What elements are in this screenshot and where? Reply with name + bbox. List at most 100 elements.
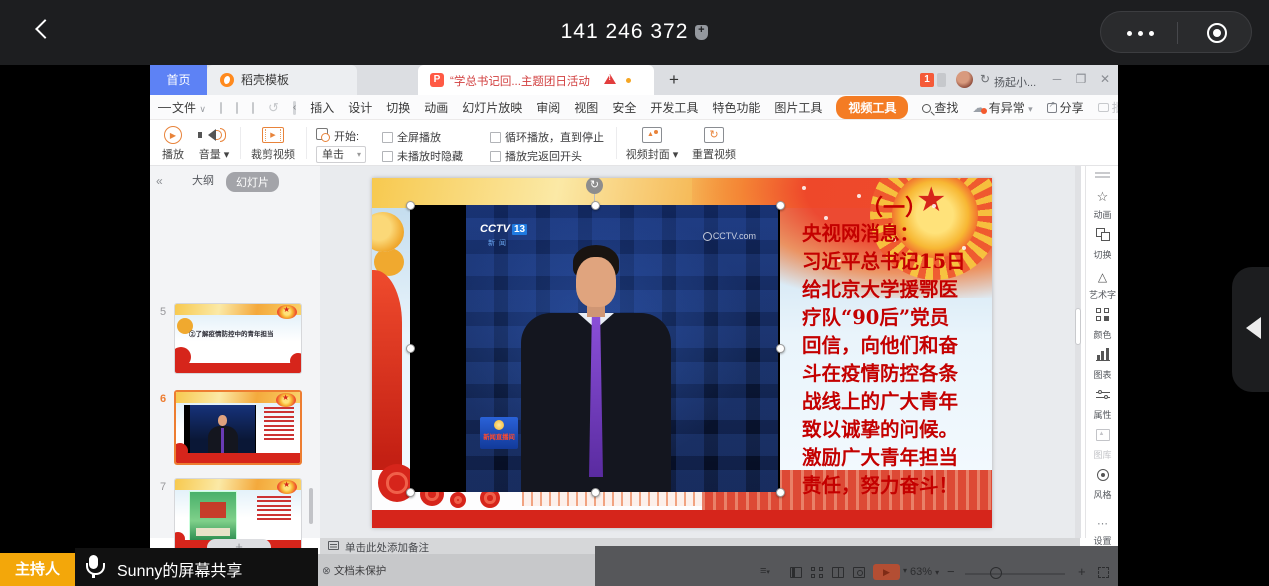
share-button[interactable]: 分享	[1047, 99, 1084, 116]
zoom-in-icon[interactable]: +	[1078, 564, 1086, 579]
resize-handle-n[interactable]	[591, 201, 600, 210]
slide-body-text[interactable]: 央视网消息：习近平总书记15日 给北京大学援鄂医疗队“90后”党员 回信，向他们…	[802, 220, 990, 500]
minimize-button[interactable]: ─	[1048, 72, 1066, 86]
notes-toggle-icon[interactable]: ≡▾	[760, 565, 770, 577]
menu-design[interactable]: 设计	[348, 99, 372, 116]
more-icon[interactable]	[1127, 31, 1167, 36]
tab-home[interactable]: 首页	[150, 65, 207, 95]
sync-status-button[interactable]: ☁ 有异常 ▾	[972, 99, 1032, 116]
menu-insert[interactable]: 插入	[310, 99, 334, 116]
menu-review[interactable]: 审阅	[536, 99, 560, 116]
menu-video-tools[interactable]: 视频工具	[836, 96, 908, 119]
play-button[interactable]: ▶ 播放	[154, 120, 192, 166]
menu-view[interactable]: 视图	[574, 99, 598, 116]
toolbar-collapse-icon[interactable]: ‹	[293, 101, 296, 115]
zoom-slider-track[interactable]	[965, 573, 1065, 575]
resize-handle-sw[interactable]	[406, 488, 415, 497]
sidebar-item-gallery[interactable]: 图库	[1086, 428, 1118, 461]
shield-icon	[695, 25, 708, 40]
zoom-out-icon[interactable]: −	[947, 564, 955, 579]
tab-document[interactable]: P “学总书记回...主题团日活动	[418, 65, 654, 95]
chevron-left-icon	[1246, 317, 1261, 339]
sidebar-item-style[interactable]: 风格	[1086, 468, 1118, 501]
close-button[interactable]: ✕	[1096, 72, 1114, 86]
slide-section-title[interactable]: （一）	[804, 190, 984, 222]
cover-icon	[642, 127, 662, 143]
menu-devtools[interactable]: 开发工具	[650, 99, 698, 116]
picture-icon	[1096, 429, 1110, 441]
transition-icon	[1096, 228, 1110, 241]
checkbox-hide[interactable]: 未播放时隐藏	[382, 148, 463, 164]
sidebar-item-properties[interactable]: 属性	[1086, 388, 1118, 421]
comment-button[interactable]: 批注	[1098, 99, 1118, 116]
slide-6[interactable]: ★ （一） 央视网消息：习近平总书记15日 给北京大学援鄂医疗队“90后”党员 …	[372, 178, 992, 528]
resize-handle-w[interactable]	[406, 344, 415, 353]
resize-handle-e[interactable]	[776, 344, 785, 353]
zoom-slider-handle[interactable]	[990, 567, 1002, 579]
video-object[interactable]: CCTV13 新闻 CCTV.com 新闻直播间	[410, 205, 780, 492]
sidebar-item-color[interactable]: 颜色	[1086, 308, 1118, 341]
drawer-handle[interactable]	[1232, 267, 1269, 392]
tab-outline[interactable]: 大纲	[192, 172, 214, 188]
menu-security[interactable]: 安全	[612, 99, 636, 116]
menu-transition[interactable]: 切换	[386, 99, 410, 116]
status-bar-dim-overlay	[595, 546, 1118, 586]
projector-view-icon[interactable]	[853, 567, 865, 578]
sidebar-item-chart[interactable]: 图表	[1086, 348, 1118, 381]
new-tab-button[interactable]: +	[662, 68, 686, 92]
trim-icon: ▶	[262, 127, 284, 143]
start-select[interactable]: 单击▾	[316, 146, 366, 163]
video-cover-button[interactable]: 视频封面 ▾	[624, 120, 680, 166]
checkbox-loop[interactable]: 循环播放，直到停止	[490, 129, 604, 145]
save-icon[interactable]	[220, 102, 222, 114]
find-button[interactable]: 查找	[922, 99, 958, 116]
sidebar-item-animation[interactable]: ☆ 动画	[1086, 188, 1118, 221]
undo-icon[interactable]: ↺	[268, 100, 279, 116]
menu-features[interactable]: 特色功能	[712, 99, 760, 116]
normal-view-icon[interactable]	[790, 567, 802, 578]
play-dropdown-icon[interactable]: ▾	[903, 566, 907, 575]
resize-handle-ne[interactable]	[776, 201, 785, 210]
slide-thumbnail-6[interactable]	[174, 390, 302, 465]
star-emblem-icon	[277, 480, 297, 494]
tab-docer[interactable]: 稻壳模板	[207, 65, 357, 95]
resize-handle-nw[interactable]	[406, 201, 415, 210]
checkbox-rewind[interactable]: 播放完返回开头	[490, 148, 582, 164]
sidebar-item-transition[interactable]: 切换	[1086, 228, 1118, 261]
menu-animation[interactable]: 动画	[424, 99, 448, 116]
panel-scrollbar[interactable]	[309, 488, 313, 524]
panel-collapse-icon[interactable]: «	[156, 174, 163, 188]
slide-sorter-icon[interactable]	[811, 567, 823, 578]
restore-button[interactable]: ❐	[1072, 72, 1090, 86]
slide-thumbnail-5[interactable]: ②了解疫情防控中的青年担当	[174, 303, 302, 374]
checkbox-icon	[490, 132, 501, 143]
sidebar-item-settings[interactable]: ⋯ 设置	[1086, 514, 1118, 547]
sidebar-handle[interactable]	[1095, 172, 1110, 174]
menu-file[interactable]: 文件 ∨	[172, 99, 206, 116]
resize-handle-s[interactable]	[591, 488, 600, 497]
doc-count-badge[interactable]: 1	[920, 73, 934, 87]
editor-canvas[interactable]: ★ （一） 央视网消息：习近平总书记15日 给北京大学援鄂医疗队“90后”党员 …	[320, 166, 1080, 538]
tab-slides[interactable]: 幻灯片	[226, 172, 279, 192]
sidebar-item-wordart[interactable]: △ 艺术字	[1086, 268, 1118, 301]
reset-icon	[704, 127, 724, 143]
trim-video-button[interactable]: ▶ 裁剪视频	[246, 120, 300, 166]
username[interactable]: 扬起小...	[994, 74, 1054, 90]
canvas-scrollbar[interactable]	[1075, 308, 1081, 345]
slideshow-play-button[interactable]: ▶	[873, 564, 900, 580]
preview-icon[interactable]	[252, 102, 254, 114]
menu-slideshow[interactable]: 幻灯片放映	[462, 99, 522, 116]
zoom-level[interactable]: 63% ▾	[910, 566, 939, 578]
checkbox-fullscreen[interactable]: 全屏播放	[382, 129, 441, 145]
program-badge: 新闻直播间	[480, 417, 518, 449]
volume-button[interactable]: 音量 ▾	[194, 120, 234, 166]
resize-handle-se[interactable]	[776, 488, 785, 497]
menu-picture-tools[interactable]: 图片工具	[774, 99, 822, 116]
fullscreen-icon[interactable]	[1098, 567, 1109, 578]
protect-label: ⊗文档未保护	[322, 563, 386, 578]
reset-video-button[interactable]: 重置视频	[686, 120, 742, 166]
reading-view-icon[interactable]	[832, 567, 844, 578]
avatar[interactable]	[956, 71, 973, 88]
screen-share-banner: Sunny的屏幕共享	[75, 548, 318, 586]
print-icon[interactable]	[236, 102, 238, 114]
